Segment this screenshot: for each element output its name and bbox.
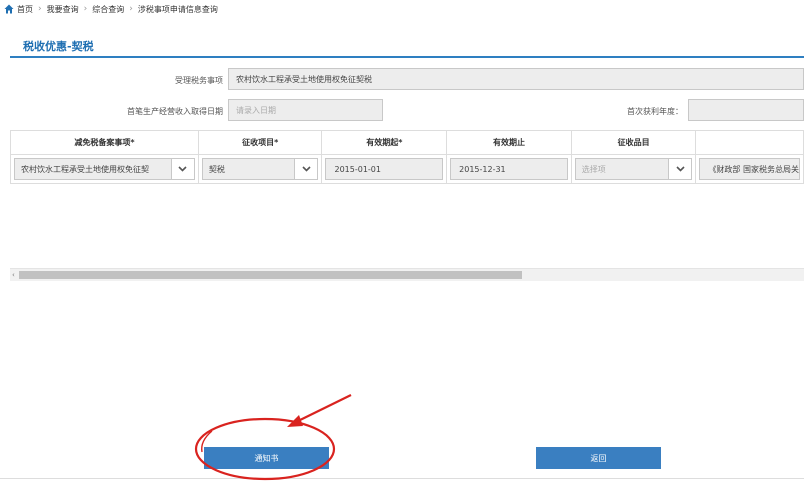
policy-basis-field[interactable]: 《财政部 国家税务总局关 [699,158,800,180]
first-profit-year-input[interactable] [688,99,804,121]
chevron-down-icon[interactable] [668,159,692,179]
valid-to-input[interactable]: 2015-12-31 [450,158,568,180]
relief-item-select[interactable]: 农村饮水工程承受土地使用权免征契 [14,158,195,180]
cell-valid-from: 2015-01-01 [321,154,448,184]
cell-relief-item: 农村饮水工程承受土地使用权免征契 [10,154,199,184]
col-valid-from: 有效期起* [321,130,448,155]
breadcrumb-home[interactable]: 首页 [17,4,33,15]
item-label: 受理税务事项 [175,76,223,85]
chevron-right-icon: › [129,4,133,14]
home-icon[interactable] [4,4,14,14]
col-relief-item: 减免税备案事项* [10,130,199,155]
annotation-arrow [287,394,352,427]
first-income-date-input[interactable]: 请录入日期 [228,99,383,121]
col-policy-basis [695,130,804,155]
back-button[interactable]: 返回 [536,447,661,469]
breadcrumb: 首页 › 我要查询 › 综合查询 › 涉税事项申请信息查询 [0,0,804,18]
notice-button[interactable]: 通知书 [204,447,329,469]
cell-levy-item: 契税 [197,154,323,184]
relief-table: 减免税备案事项* 征收项目* 有效期起* 有效期止 征收品目 农村饮水工程承受土… [10,130,804,184]
horizontal-scrollbar[interactable]: ‹ [10,268,804,281]
breadcrumb-query[interactable]: 我要查询 [47,4,79,15]
first-profit-year-label: 首次获利年度： [627,107,683,116]
chevron-down-icon[interactable] [294,159,318,179]
chevron-right-icon: › [83,4,88,14]
page-title: 税收优惠-契税 [23,40,94,53]
chevron-down-icon[interactable] [170,159,194,179]
cell-policy-basis: 《财政部 国家税务总局关 [695,154,804,184]
table-row: 农村饮水工程承受土地使用权免征契 契税 2015-01-01 2015-12-3… [10,154,804,184]
levy-item-select[interactable]: 契税 [201,158,319,180]
item-field[interactable]: 农村饮水工程承受土地使用权免征契税 [228,68,804,90]
col-levy-category: 征收品目 [570,130,697,155]
table-header-row: 减免税备案事项* 征收项目* 有效期起* 有效期止 征收品目 [10,130,804,155]
levy-category-placeholder: 选择项 [581,164,606,174]
cell-levy-category: 选择项 [570,154,697,184]
cell-valid-to: 2015-12-31 [446,154,572,184]
col-valid-to: 有效期止 [446,130,572,155]
first-income-date-label: 首笔生产经营收入取得日期 [127,107,223,116]
breadcrumb-current: 涉税事项申请信息查询 [137,4,218,14]
breadcrumb-general-query[interactable]: 综合查询 [92,4,124,15]
col-levy-item: 征收项目* [197,130,323,155]
levy-category-select[interactable]: 选择项 [574,158,693,180]
footer-divider [0,478,804,479]
scrollbar-thumb[interactable] [19,271,522,279]
first-income-date-placeholder: 请录入日期 [236,105,276,115]
levy-item-value: 契税 [208,164,225,174]
title-divider [10,56,804,58]
valid-from-input[interactable]: 2015-01-01 [325,158,444,180]
chevron-right-icon: › [38,4,42,14]
scroll-left-icon[interactable]: ‹ [12,271,15,279]
relief-item-value: 农村饮水工程承受土地使用权免征契 [21,164,149,174]
